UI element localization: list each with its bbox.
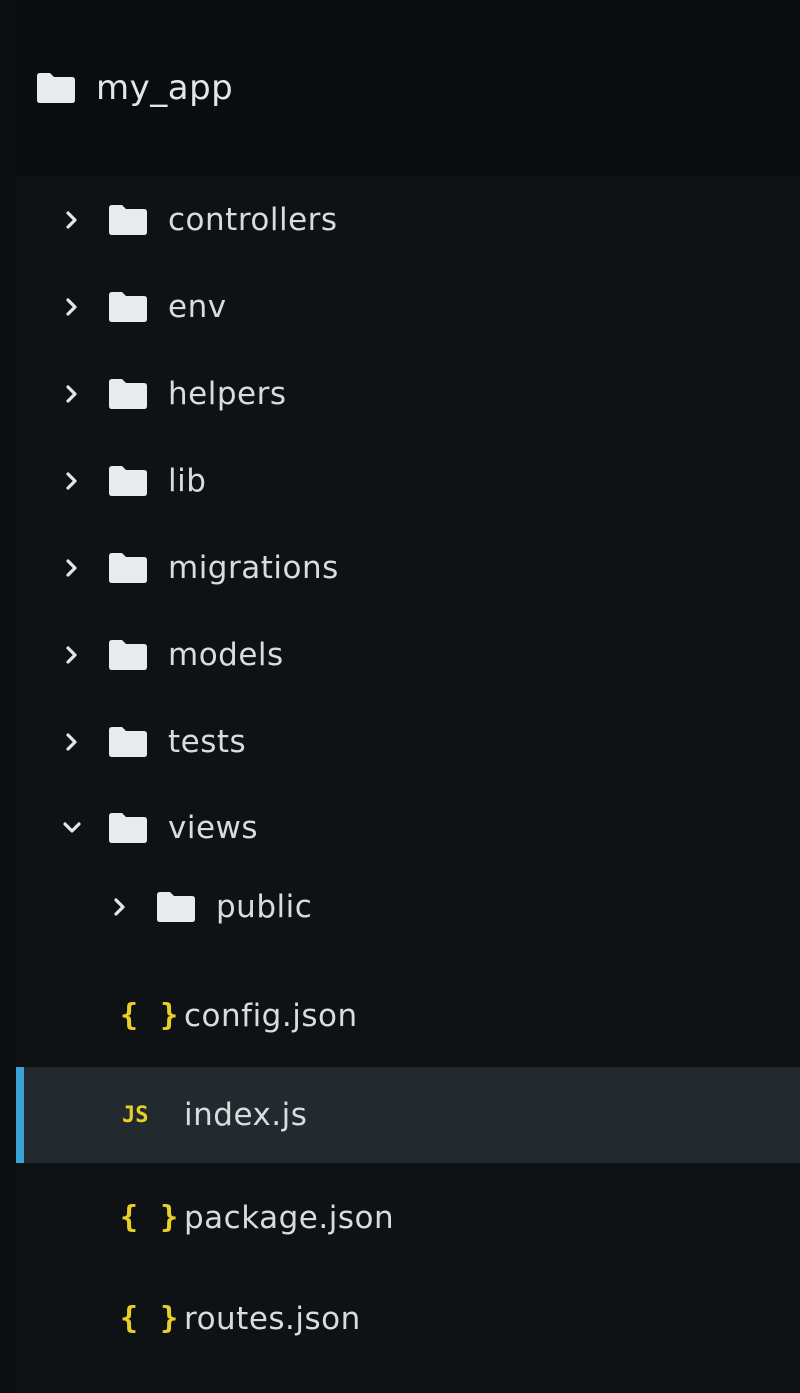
folder-icon — [108, 465, 148, 497]
tree-item-controllers[interactable]: controllers — [40, 192, 780, 248]
tree-item-migrations[interactable]: migrations — [40, 540, 780, 596]
file-item-label: package.json — [184, 1200, 395, 1236]
tree-item-label: controllers — [168, 202, 338, 238]
file-item-package-json[interactable]: { } package.json — [24, 1190, 784, 1246]
tree-item-label: tests — [168, 724, 247, 760]
folder-icon — [108, 378, 148, 410]
chevron-right-icon[interactable] — [110, 897, 130, 917]
folder-icon — [108, 204, 148, 236]
chevron-right-icon[interactable] — [62, 471, 82, 491]
file-item-routes-json[interactable]: { } routes.json — [24, 1291, 784, 1347]
file-item-label: routes.json — [184, 1301, 361, 1337]
tree-item-public[interactable]: public — [88, 879, 780, 935]
file-item-index-js[interactable]: JS index.js — [24, 1087, 784, 1143]
chevron-down-icon[interactable] — [62, 818, 82, 838]
tree-item-label: views — [168, 810, 259, 846]
tree-item-lib[interactable]: lib — [40, 453, 780, 509]
json-file-icon: { } — [120, 998, 181, 1033]
folder-icon — [156, 891, 196, 923]
file-item-label: index.js — [184, 1097, 308, 1133]
js-file-icon: JS — [122, 1103, 149, 1128]
chevron-right-icon[interactable] — [62, 732, 82, 752]
selection-accent-bar — [16, 1067, 24, 1163]
tree-item-label: helpers — [168, 376, 287, 412]
json-file-icon: { } — [120, 1301, 181, 1336]
folder-icon — [108, 291, 148, 323]
tree-item-label: models — [168, 637, 284, 673]
file-tree-panel: my_app controllers env helpers lib migra… — [0, 0, 800, 1393]
folder-icon — [108, 726, 148, 758]
chevron-right-icon[interactable] — [62, 297, 82, 317]
tree-item-tests[interactable]: tests — [40, 714, 780, 770]
json-file-icon: { } — [120, 1200, 181, 1235]
chevron-right-icon[interactable] — [62, 645, 82, 665]
chevron-right-icon[interactable] — [62, 210, 82, 230]
tree-item-helpers[interactable]: helpers — [40, 366, 780, 422]
chevron-right-icon[interactable] — [62, 384, 82, 404]
tree-item-label: lib — [168, 463, 207, 499]
folder-icon — [108, 812, 148, 844]
panel-left-edge — [0, 0, 16, 1393]
tree-item-views[interactable]: views — [40, 800, 780, 856]
tree-item-label: migrations — [168, 550, 339, 586]
tree-item-label: public — [216, 889, 313, 925]
tree-item-label: env — [168, 289, 227, 325]
project-root-label: my_app — [96, 68, 234, 108]
tree-item-models[interactable]: models — [40, 627, 780, 683]
chevron-right-icon[interactable] — [62, 558, 82, 578]
project-root-header[interactable]: my_app — [16, 0, 800, 176]
folder-icon — [108, 639, 148, 671]
tree-item-env[interactable]: env — [40, 279, 780, 335]
file-item-label: config.json — [184, 998, 358, 1034]
folder-icon — [36, 72, 76, 104]
folder-icon — [108, 552, 148, 584]
file-item-config-json[interactable]: { } config.json — [24, 988, 784, 1044]
